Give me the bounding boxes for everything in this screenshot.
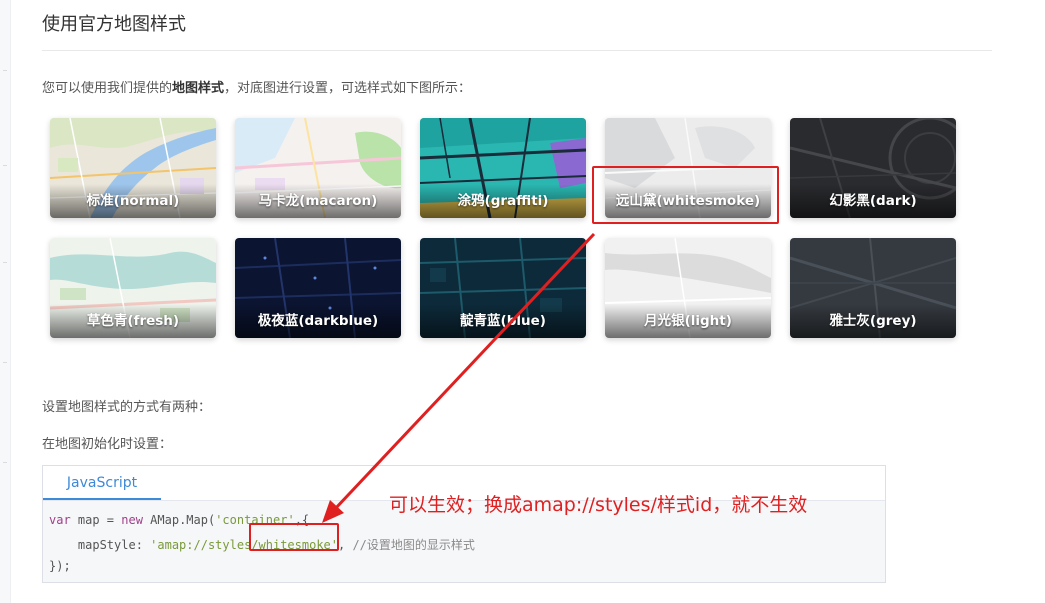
rail-marker xyxy=(3,70,7,71)
style-thumb-macaron[interactable]: 马卡龙(macaron) xyxy=(235,118,401,218)
style-label: 标准(normal) xyxy=(50,184,216,218)
two-ways-text: 设置地图样式的方式有两种： xyxy=(42,400,212,415)
section-title: 使用官方地图样式 xyxy=(42,14,186,35)
rail-marker xyxy=(3,462,7,463)
code-text: mapStyle: xyxy=(49,538,151,552)
rail-marker xyxy=(3,362,7,363)
code-comment: //设置地图的显示样式 xyxy=(352,538,475,552)
style-thumb-grey[interactable]: 雅士灰(grey) xyxy=(790,238,956,338)
init-setting-text: 在地图初始化时设置： xyxy=(42,437,173,452)
code-panel: JavaScript var map = new AMap.Map('conta… xyxy=(42,465,886,583)
style-thumb-darkblue[interactable]: 极夜蓝(darkblue) xyxy=(235,238,401,338)
style-thumb-dark[interactable]: 幻影黑(dark) xyxy=(790,118,956,218)
style-label: 雅士灰(grey) xyxy=(790,304,956,338)
rail-marker xyxy=(3,262,7,263)
intro-text: 您可以使用我们提供的地图样式，对底图进行设置，可选样式如下图所示： xyxy=(42,77,471,96)
style-label: 月光银(light) xyxy=(605,304,771,338)
code-keyword: var xyxy=(49,513,71,527)
style-thumb-normal[interactable]: 标准(normal) xyxy=(50,118,216,218)
style-label: 马卡龙(macaron) xyxy=(235,184,401,218)
style-thumb-fresh[interactable]: 草色青(fresh) xyxy=(50,238,216,338)
highlight-box-code xyxy=(249,523,339,551)
style-thumb-light[interactable]: 月光银(light) xyxy=(605,238,771,338)
code-text: AMap.Map( xyxy=(142,513,216,527)
intro-bold[interactable]: 地图样式 xyxy=(172,81,224,96)
intro-prefix: 您可以使用我们提供的 xyxy=(42,81,173,96)
code-keyword: new xyxy=(121,513,143,527)
code-text: , xyxy=(338,538,353,552)
style-label: 靛青蓝(blue) xyxy=(420,304,586,338)
style-label: 草色青(fresh) xyxy=(50,304,216,338)
code-line-3: }); xyxy=(49,559,71,573)
style-thumb-graffiti[interactable]: 涂鸦(graffiti) xyxy=(420,118,586,218)
title-divider xyxy=(42,50,992,51)
style-thumb-blue[interactable]: 靛青蓝(blue) xyxy=(420,238,586,338)
annotation-text: 可以生效；换成amap://styles/样式id，就不生效 xyxy=(389,494,808,516)
left-rail xyxy=(0,0,11,603)
code-text: map = xyxy=(70,513,122,527)
rail-marker xyxy=(3,165,7,166)
intro-suffix: ，对底图进行设置，可选样式如下图所示： xyxy=(224,81,472,96)
style-label: 涂鸦(graffiti) xyxy=(420,184,586,218)
style-label: 幻影黑(dark) xyxy=(790,184,956,218)
style-label: 极夜蓝(darkblue) xyxy=(235,304,401,338)
tab-javascript[interactable]: JavaScript xyxy=(43,466,161,500)
highlight-box-whitesmoke xyxy=(592,166,779,224)
